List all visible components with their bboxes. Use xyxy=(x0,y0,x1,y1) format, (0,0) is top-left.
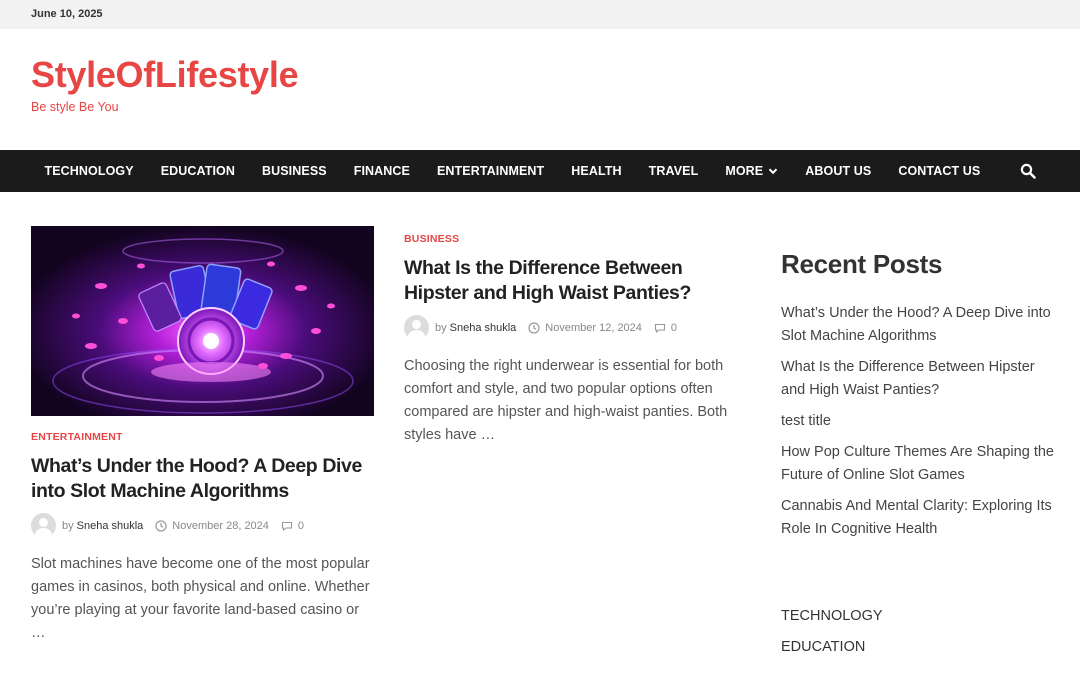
nav-item-technology[interactable]: TECHNOLOGY xyxy=(31,164,147,178)
recent-post-link[interactable]: What Is the Difference Between Hipster a… xyxy=(781,356,1061,402)
nav-item-about-us[interactable]: ABOUT US xyxy=(792,164,885,178)
current-date: June 10, 2025 xyxy=(31,8,103,20)
nav-item-finance[interactable]: FINANCE xyxy=(340,164,423,178)
author-avatar xyxy=(404,315,429,340)
sidebar-category-list: TECHNOLOGY EDUCATION xyxy=(781,605,883,667)
chevron-down-icon xyxy=(769,168,778,175)
post-thumbnail-image[interactable] xyxy=(31,226,374,416)
top-bar: June 10, 2025 xyxy=(0,0,1080,29)
recent-post-link[interactable]: What’s Under the Hood? A Deep Dive into … xyxy=(781,302,1061,348)
comment-count[interactable]: 0 xyxy=(298,520,304,532)
recent-posts-list: What’s Under the Hood? A Deep Dive into … xyxy=(781,302,1061,541)
post-excerpt: Slot machines have become one of the mos… xyxy=(31,556,370,641)
author-link[interactable]: Sneha shukla xyxy=(450,322,517,334)
sidebar-category-technology[interactable]: TECHNOLOGY xyxy=(781,605,883,628)
nav-menu: TECHNOLOGY EDUCATION BUSINESS FINANCE EN… xyxy=(31,150,994,192)
recent-post-link[interactable]: How Pop Culture Themes Are Shaping the F… xyxy=(781,441,1061,487)
nav-item-entertainment[interactable]: ENTERTAINMENT xyxy=(423,164,557,178)
author-link[interactable]: Sneha shukla xyxy=(77,520,144,532)
clock-icon xyxy=(528,321,540,334)
nav-item-contact-us[interactable]: CONTACT US xyxy=(885,164,994,178)
nav-item-education[interactable]: EDUCATION xyxy=(147,164,248,178)
comment-count[interactable]: 0 xyxy=(671,322,677,334)
post-date[interactable]: November 12, 2024 xyxy=(545,322,642,334)
nav-item-health[interactable]: HEALTH xyxy=(558,164,635,178)
nav-item-business[interactable]: BUSINESS xyxy=(248,164,340,178)
recent-post-link[interactable]: test title xyxy=(781,410,1061,433)
post-card-1: ENTERTAINMENT What’s Under the Hood? A D… xyxy=(31,431,376,645)
post-category[interactable]: BUSINESS xyxy=(404,233,749,245)
nav-item-travel[interactable]: TRAVEL xyxy=(635,164,712,178)
by-label: by xyxy=(62,519,74,532)
site-branding: StyleOfLifestyle Be style Be You xyxy=(31,54,299,114)
post-category[interactable]: ENTERTAINMENT xyxy=(31,431,376,443)
post-meta: by Sneha shukla November 28, 2024 0 xyxy=(31,513,376,538)
post-title[interactable]: What Is the Difference Between Hipster a… xyxy=(404,256,749,306)
recent-post-link[interactable]: Cannabis And Mental Clarity: Exploring I… xyxy=(781,495,1061,541)
post-title[interactable]: What’s Under the Hood? A Deep Dive into … xyxy=(31,454,376,504)
comments-icon xyxy=(654,323,665,333)
site-tagline: Be style Be You xyxy=(31,100,119,114)
by-label: by xyxy=(435,321,447,334)
nav-item-more-label: MORE xyxy=(725,164,764,178)
nav-item-more[interactable]: MORE xyxy=(712,164,792,178)
post-excerpt: Choosing the right underwear is essentia… xyxy=(404,358,728,443)
sidebar-recent-posts: Recent Posts What’s Under the Hood? A De… xyxy=(781,248,1061,549)
recent-posts-heading: Recent Posts xyxy=(781,249,943,279)
post-meta: by Sneha shukla November 12, 2024 0 xyxy=(404,315,749,340)
post-date[interactable]: November 28, 2024 xyxy=(172,520,269,532)
site-title[interactable]: StyleOfLifestyle xyxy=(31,54,299,96)
main-navigation: TECHNOLOGY EDUCATION BUSINESS FINANCE EN… xyxy=(0,150,1080,192)
author-avatar xyxy=(31,513,56,538)
sidebar-category-education[interactable]: EDUCATION xyxy=(781,636,883,659)
comments-icon xyxy=(281,521,292,531)
search-icon[interactable] xyxy=(1020,163,1036,179)
post-card-2: BUSINESS What Is the Difference Between … xyxy=(404,233,749,447)
clock-icon xyxy=(155,519,167,532)
